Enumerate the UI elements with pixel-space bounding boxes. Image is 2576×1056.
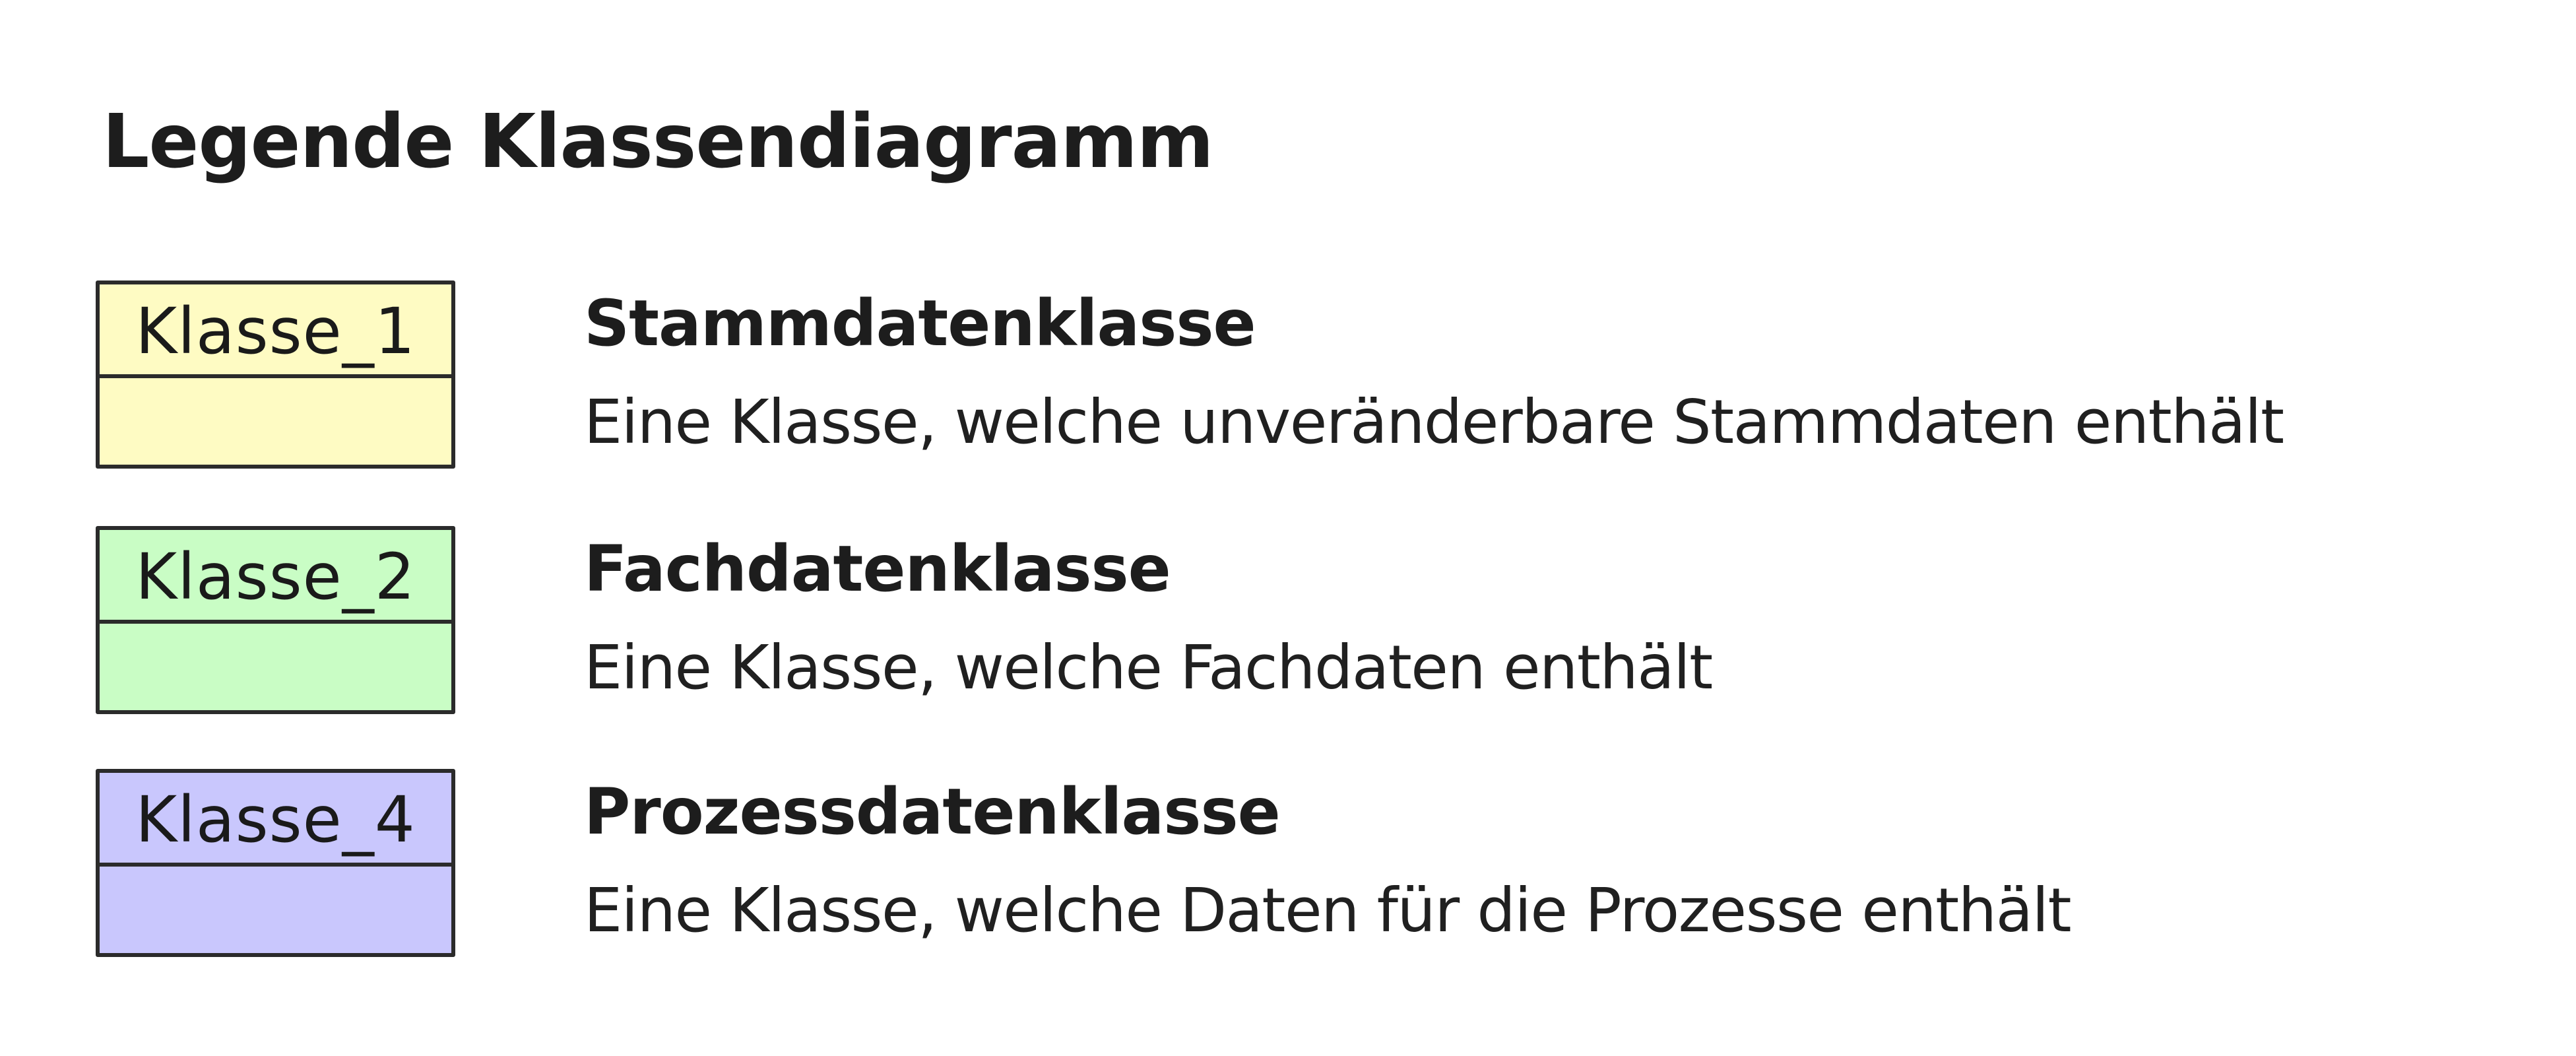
- legend-entry-description: Eine Klasse, welche Daten für die Prozes…: [584, 868, 2071, 954]
- class-box-label: Klasse_1: [100, 284, 451, 378]
- legend-entry-title: Prozessdatenklasse: [584, 769, 1280, 855]
- class-box-icon: Klasse_4: [96, 769, 455, 957]
- class-box-icon: Klasse_1: [96, 280, 455, 469]
- legend-entry-description: Eine Klasse, welche Fachdaten enthält: [584, 625, 1712, 711]
- legend-entry-prozessdaten: Klasse_4 Prozessdatenklasse Eine Klasse,…: [96, 769, 2537, 967]
- legend-entry-title: Fachdatenklasse: [584, 526, 1171, 612]
- legend-entry-stammdaten: Klasse_1 Stammdatenklasse Eine Klasse, w…: [96, 280, 2537, 478]
- class-box-icon: Klasse_2: [96, 526, 455, 714]
- legend-entry-description: Eine Klasse, welche unveränderbare Stamm…: [584, 380, 2284, 465]
- page-title: Legende Klassendiagramm: [102, 92, 1213, 191]
- legend-entry-fachdaten: Klasse_2 Fachdatenklasse Eine Klasse, we…: [96, 526, 2537, 724]
- class-box-label: Klasse_2: [100, 530, 451, 624]
- legend-entry-title: Stammdatenklasse: [584, 280, 1256, 366]
- class-box-label: Klasse_4: [100, 773, 451, 867]
